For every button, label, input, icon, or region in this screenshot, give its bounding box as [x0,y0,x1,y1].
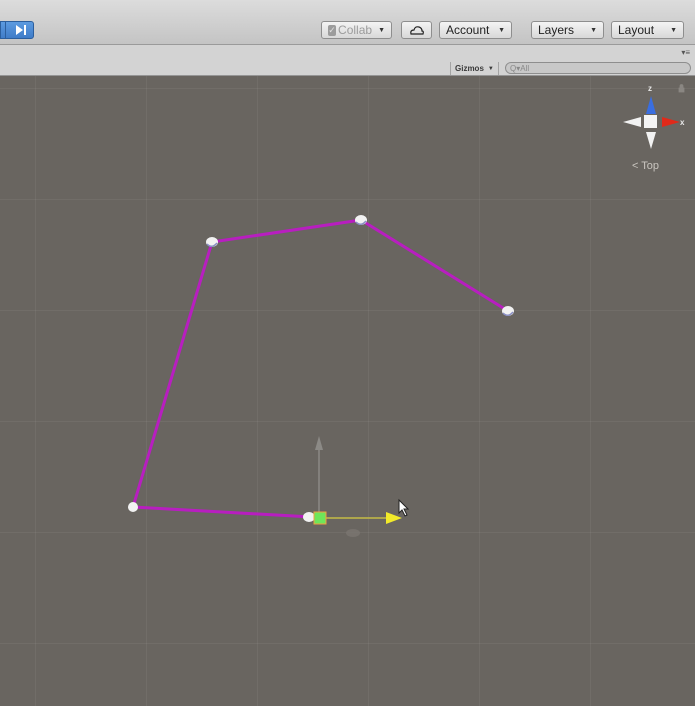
gizmos-label: Gizmos [455,64,484,73]
layout-label: Layout [618,23,655,37]
scene-viewport[interactable]: z x < Top [0,76,695,706]
collab-label: Collab [338,23,373,37]
account-dropdown[interactable]: Account ▼ [439,21,512,39]
main-toolbar: ✓ Collab ▼ Account ▼ Layers ▼ Layout ▼ [0,0,695,45]
scene-search-input[interactable]: Q▾All [505,62,691,74]
view-orientation-label[interactable]: < Top [632,160,659,172]
layers-dropdown[interactable]: Layers ▼ [531,21,604,39]
perspective-icon: < [632,160,639,172]
cursor-icon [398,498,410,517]
panel-menu-icon[interactable]: ▾≡ [681,48,690,57]
account-label: Account [446,23,490,37]
view-label: Top [641,160,660,172]
orientation-gizmo[interactable]: z x [623,84,685,149]
checkmark-icon: ✓ [328,24,337,36]
center-handle[interactable] [313,511,327,525]
path-node[interactable] [303,512,315,522]
chevron-down-icon: ▼ [498,26,505,34]
move-tool-gizmo[interactable] [303,436,402,537]
chevron-down-icon: ▼ [487,65,494,72]
path-node[interactable] [355,215,367,225]
layers-label: Layers [538,23,575,37]
scene-canvas: z x [128,84,685,537]
x-axis-cone[interactable] [662,117,680,127]
center-cube[interactable] [644,115,657,128]
y-neg-cone[interactable] [646,132,656,149]
z-axis-shadow [346,529,360,537]
y-axis-arrow-icon[interactable] [315,436,323,450]
cloud-button[interactable] [401,21,432,39]
chevron-down-icon: ▼ [378,26,385,34]
chevron-down-icon: ▼ [590,26,597,34]
search-placeholder: Q▾All [510,63,530,73]
gizmos-dropdown[interactable]: Gizmos ▼ [450,62,496,75]
collab-button[interactable]: ✓ Collab ▼ [321,21,392,39]
path-node[interactable] [206,237,218,247]
lock-icon[interactable] [678,84,685,93]
path-node[interactable] [502,306,514,316]
step-icon [16,25,26,35]
z-axis-cone[interactable] [646,96,656,114]
button-separator [5,22,6,38]
z-axis-label: z [648,84,652,93]
x-axis-arrow-icon[interactable] [386,512,402,524]
step-button[interactable] [0,21,34,39]
layout-dropdown[interactable]: Layout ▼ [611,21,684,39]
cloud-icon [409,26,424,35]
scene-view-header: ▾≡ Gizmos ▼ Q▾All [0,45,695,76]
x-axis-label: x [680,118,685,127]
x-neg-cone[interactable] [623,117,641,127]
path-line [131,218,510,519]
path-node[interactable] [128,502,138,512]
divider [498,62,499,75]
chevron-down-icon: ▼ [670,26,677,34]
